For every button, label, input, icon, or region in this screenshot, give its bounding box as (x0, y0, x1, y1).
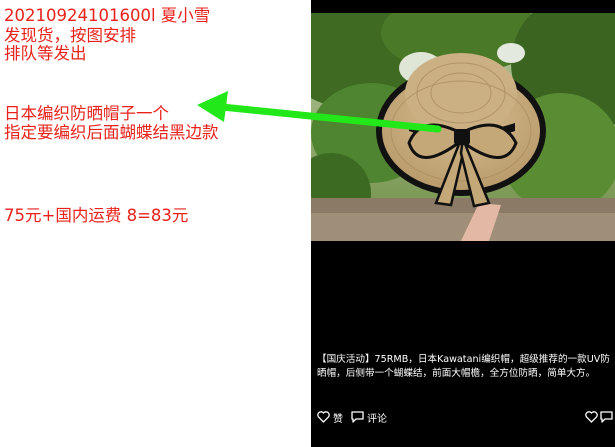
social-post: 【国庆活动】75RMB，日本Kawatani编织帽，超级推荐的一款UV防晒帽，后… (311, 0, 615, 447)
note-line-3: 排队等发出 (4, 44, 87, 63)
hat-photo-image (311, 13, 615, 241)
price-calculation: 75元+国内运费 8=83元 (4, 206, 189, 225)
heart-icon (585, 411, 598, 423)
like-button[interactable]: 赞 (317, 405, 343, 429)
comment-label: 评论 (367, 413, 387, 425)
comment-icon (600, 411, 613, 423)
product-name: 日本编织防晒帽子一个 (4, 104, 169, 123)
comment-button[interactable]: 评论 (351, 405, 387, 429)
note-line-2: 发现货，按图安排 (4, 26, 136, 45)
comment-icon (351, 411, 364, 423)
like-label: 赞 (333, 413, 343, 425)
arrow-head (197, 91, 228, 122)
product-spec: 指定要编织后面蝴蝶结黑边款 (4, 123, 219, 142)
heart-icon (317, 411, 330, 423)
post-caption: 【国庆活动】75RMB，日本Kawatani编织帽，超级推荐的一款UV防晒帽，后… (317, 354, 610, 379)
comment-icon-button[interactable] (600, 405, 613, 429)
like-icon-button[interactable] (585, 405, 598, 429)
product-photo[interactable] (311, 13, 615, 241)
order-number-name: 20210924101600l 夏小雪 (4, 6, 211, 25)
post-actions: 赞 评论 (311, 405, 615, 429)
